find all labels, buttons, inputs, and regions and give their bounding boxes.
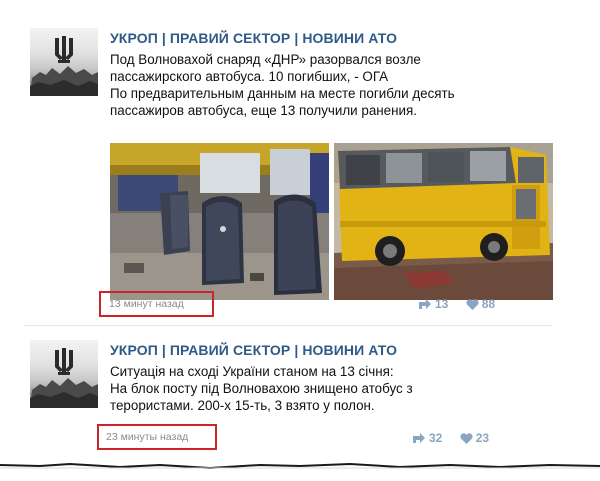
repost-button[interactable]: 13 bbox=[418, 297, 448, 311]
repost-icon bbox=[419, 298, 431, 309]
heart-icon bbox=[460, 433, 473, 444]
post-photo-bus-interior[interactable] bbox=[110, 143, 329, 300]
feed-post: УКРОП | ПРАВИЙ СЕКТОР | НОВИНИ АТО Ситуа… bbox=[0, 330, 600, 455]
post-text: Ситуація на сході України станом на 13 с… bbox=[110, 363, 570, 414]
repost-button[interactable]: 32 bbox=[412, 431, 442, 445]
post-author-link[interactable]: УКРОП | ПРАВИЙ СЕКТОР | НОВИНИ АТО bbox=[110, 342, 397, 358]
like-count: 88 bbox=[481, 296, 496, 311]
like-button[interactable]: 23 bbox=[460, 431, 489, 445]
post-text-line: пассажирского автобуса. 10 погибших, - О… bbox=[110, 69, 389, 84]
feed-post: УКРОП | ПРАВИЙ СЕКТОР | НОВИНИ АТО Под В… bbox=[0, 18, 600, 326]
post-stats: 32 23 bbox=[412, 430, 503, 445]
post-text-line: Под Волновахой снаряд «ДНР» разорвался в… bbox=[110, 52, 421, 67]
repost-icon bbox=[413, 432, 425, 443]
avatar[interactable] bbox=[30, 340, 98, 408]
post-photo-bus-exterior[interactable] bbox=[334, 143, 553, 300]
repost-count: 13 bbox=[435, 296, 449, 311]
post-stats: 13 88 bbox=[418, 296, 509, 311]
news-feed: УКРОП | ПРАВИЙ СЕКТОР | НОВИНИ АТО Под В… bbox=[0, 0, 600, 481]
post-timestamp[interactable]: 13 минут назад bbox=[109, 298, 184, 310]
avatar[interactable] bbox=[30, 28, 98, 96]
post-text-line: Ситуація на сході України станом на 13 с… bbox=[110, 364, 394, 379]
like-count: 23 bbox=[475, 430, 490, 445]
trident-emblem-icon bbox=[30, 36, 98, 96]
post-text-line: По предварительным данным на месте погиб… bbox=[110, 86, 455, 101]
heart-icon bbox=[466, 299, 479, 310]
repost-count: 32 bbox=[429, 430, 443, 445]
post-text: Под Волновахой снаряд «ДНР» разорвался в… bbox=[110, 51, 570, 119]
post-timestamp[interactable]: 23 минуты назад bbox=[106, 431, 188, 443]
post-author-link[interactable]: УКРОП | ПРАВИЙ СЕКТОР | НОВИНИ АТО bbox=[110, 30, 397, 46]
post-divider bbox=[24, 325, 552, 326]
trident-emblem-icon bbox=[30, 348, 98, 408]
post-text-line: пассажиров автобуса, еще 13 получили ран… bbox=[110, 103, 417, 118]
post-text-line: терористами. 200-х 15-ть, 3 взято у поло… bbox=[110, 398, 375, 413]
like-button[interactable]: 88 bbox=[466, 297, 495, 311]
torn-edge-decoration bbox=[0, 462, 600, 481]
post-text-line: На блок посту під Волновахою знищено ато… bbox=[110, 381, 413, 396]
